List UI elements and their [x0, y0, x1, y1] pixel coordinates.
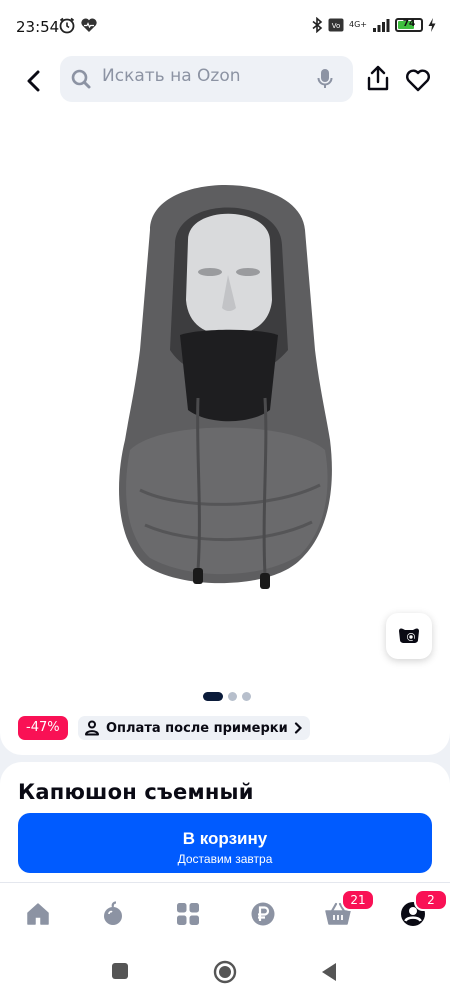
health-icon: [81, 18, 97, 32]
gallery-pagination[interactable]: [203, 692, 251, 701]
cart-button-label: В корзину: [182, 829, 268, 848]
status-indicators: Vo 4G+ 74: [311, 17, 436, 33]
home-icon: [27, 903, 49, 925]
status-bar: 23:54 Vo 4G+ 74: [0, 0, 450, 54]
nav-profile[interactable]: 2: [398, 889, 448, 929]
fresh-icon: [104, 901, 122, 925]
chevron-right-icon: [294, 722, 302, 734]
add-to-cart-button[interactable]: В корзину Доставим завтра: [18, 813, 432, 873]
bluetooth-icon: [312, 17, 323, 33]
alarm-icon: [59, 17, 75, 34]
visual-search-button[interactable]: [386, 613, 432, 659]
fitting-person-icon: [85, 720, 99, 736]
visual-search-icon: [399, 628, 419, 643]
signal-icon: [373, 19, 390, 32]
cart-count-badge: 21: [341, 889, 375, 911]
pagination-dot-active[interactable]: [203, 692, 223, 701]
charging-icon: [428, 18, 436, 32]
nav-home[interactable]: [23, 899, 53, 929]
nav-fresh[interactable]: [98, 899, 128, 929]
nav-cart[interactable]: 21: [323, 889, 375, 929]
product-gallery-card: -47% Оплата после примерки: [0, 110, 450, 755]
back-system-icon[interactable]: [320, 962, 338, 982]
microphone-icon[interactable]: [317, 68, 333, 90]
home-system-icon[interactable]: [213, 960, 237, 984]
cart-button-delivery: Доставим завтра: [177, 852, 273, 866]
battery-level: 74: [402, 19, 416, 29]
fitting-payment-chip[interactable]: Оплата после примерки: [78, 716, 310, 740]
catalog-icon: [177, 903, 199, 925]
ruble-icon: [251, 902, 275, 926]
status-time: 23:54: [16, 18, 60, 36]
network-type: 4G+: [349, 20, 367, 29]
pagination-dot[interactable]: [242, 692, 251, 701]
bottom-navigation: 21 2: [0, 882, 450, 944]
battery-indicator: 74: [395, 18, 423, 32]
svg-text:Vo: Vo: [332, 22, 341, 30]
system-navigation-bar: [0, 944, 450, 1000]
back-arrow-icon: [27, 70, 40, 92]
search-icon: [71, 69, 91, 89]
top-header: [0, 54, 450, 110]
profile-notification-badge: 2: [414, 889, 448, 911]
recent-apps-icon[interactable]: [111, 962, 129, 980]
product-title: Капюшон съемный: [18, 780, 254, 804]
volte-icon: Vo: [328, 18, 344, 32]
back-button[interactable]: [18, 66, 48, 96]
discount-badge: -47%: [18, 716, 68, 740]
fitting-label: Оплата после примерки: [106, 720, 288, 736]
search-bar[interactable]: [60, 56, 353, 102]
product-info-card: Капюшон съемный В корзину Доставим завтр…: [0, 762, 450, 882]
heart-icon[interactable]: [404, 66, 432, 94]
pagination-dot[interactable]: [228, 692, 237, 701]
nav-finance[interactable]: [248, 899, 278, 929]
nav-catalog[interactable]: [173, 899, 203, 929]
product-image[interactable]: [100, 150, 350, 620]
search-input[interactable]: [102, 66, 302, 86]
share-icon[interactable]: [364, 64, 392, 94]
